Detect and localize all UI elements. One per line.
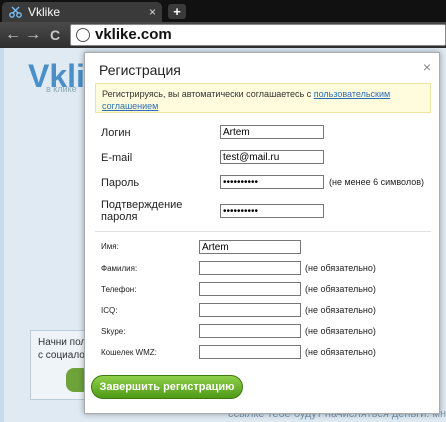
- confirm-password-input[interactable]: [220, 204, 324, 218]
- icq-label: ICQ:: [101, 306, 118, 315]
- password-label: Пароль: [101, 177, 140, 189]
- dialog-title: Регистрация: [99, 62, 181, 78]
- close-icon[interactable]: ×: [423, 59, 431, 75]
- confirm-label: Подтверждение: [101, 199, 183, 211]
- back-arrow-icon[interactable]: ←: [4, 25, 22, 45]
- icq-input[interactable]: [199, 303, 301, 317]
- surname-input[interactable]: [199, 261, 301, 275]
- password-hint: (не менее 6 символов): [329, 177, 424, 187]
- surname-optional: (не обязательно): [305, 263, 376, 273]
- phone-optional: (не обязательно): [305, 284, 376, 294]
- globe-icon: [76, 28, 90, 42]
- tab-title: Vklike: [28, 5, 61, 19]
- password-input[interactable]: [220, 175, 324, 189]
- complete-registration-button[interactable]: Завершить регистрацию: [91, 375, 243, 399]
- login-label: Логин: [101, 127, 131, 139]
- page-side-strip: [0, 48, 4, 422]
- terms-notice: Регистрируясь, вы автоматически соглашае…: [95, 83, 431, 113]
- login-input[interactable]: [220, 125, 324, 139]
- promo-card-text: Начни пол с социало: [38, 337, 87, 361]
- tab-strip: Vklike × +: [0, 0, 446, 22]
- wmz-optional: (не обязательно): [305, 347, 376, 357]
- email-input[interactable]: [220, 150, 324, 164]
- skype-label: Skype:: [101, 327, 126, 336]
- scissors-icon: [9, 6, 22, 18]
- name-input[interactable]: [199, 240, 301, 254]
- confirm-label-line2: пароля: [101, 211, 138, 223]
- section-divider: [95, 231, 431, 232]
- address-url: vklike.com: [95, 26, 172, 43]
- browser-toolbar: ← → C vklike.com: [0, 22, 446, 48]
- icq-optional: (не обязательно): [305, 305, 376, 315]
- registration-dialog: Регистрация × Регистрируясь, вы автомати…: [84, 52, 440, 414]
- site-tagline: в клике: [46, 84, 77, 94]
- address-bar[interactable]: vklike.com: [70, 24, 446, 46]
- browser-tab[interactable]: Vklike ×: [2, 2, 162, 22]
- email-label: E-mail: [101, 152, 133, 164]
- skype-input[interactable]: [199, 324, 301, 338]
- forward-arrow-icon[interactable]: →: [24, 25, 42, 45]
- name-label: Имя:: [101, 242, 119, 251]
- surname-label: Фамилия:: [101, 264, 138, 273]
- wmz-input[interactable]: [199, 345, 301, 359]
- tab-close-icon[interactable]: ×: [149, 2, 156, 22]
- skype-optional: (не обязательно): [305, 326, 376, 336]
- wmz-label: Кошелек WMZ:: [101, 348, 157, 357]
- phone-input[interactable]: [199, 282, 301, 296]
- reload-icon[interactable]: C: [46, 25, 64, 45]
- new-tab-button[interactable]: +: [168, 4, 186, 19]
- terms-notice-text: Регистрируясь, вы автоматически соглашае…: [102, 89, 314, 99]
- phone-label: Телефон:: [101, 285, 137, 294]
